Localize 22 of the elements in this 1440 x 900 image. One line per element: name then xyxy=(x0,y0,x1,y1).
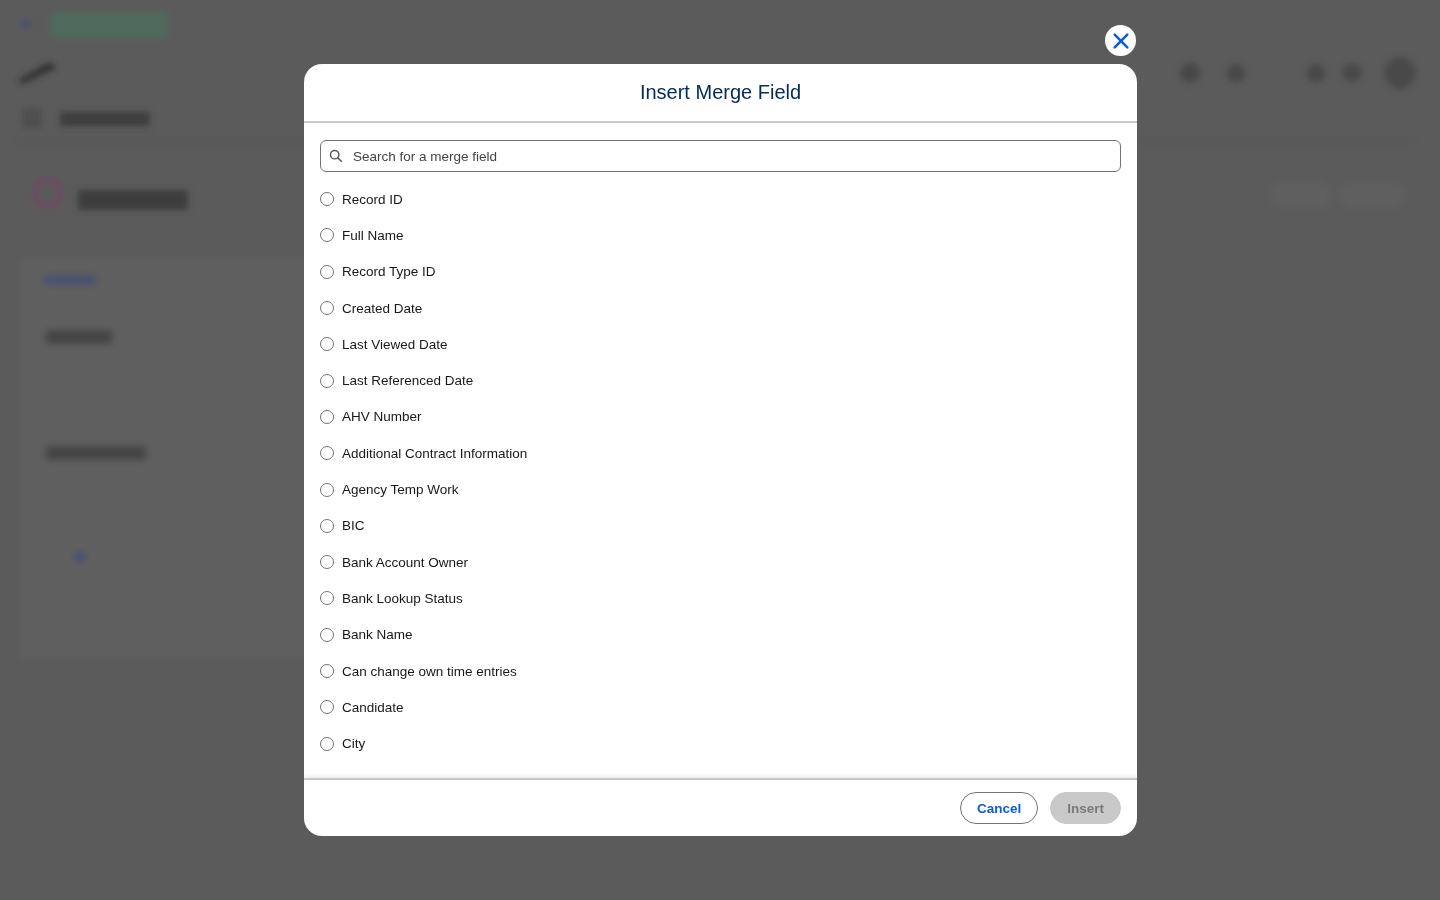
field-label[interactable]: Bank Account Owner xyxy=(342,554,469,570)
field-label[interactable]: Additional Contract Information xyxy=(342,445,528,461)
field-label[interactable]: AHV Number xyxy=(342,409,422,425)
field-label[interactable]: Last Viewed Date xyxy=(342,336,448,352)
field-label[interactable]: Full Name xyxy=(342,227,404,243)
field-label[interactable]: Record Type ID xyxy=(342,264,436,280)
field-label[interactable]: Last Referenced Date xyxy=(342,373,474,389)
field-label[interactable]: City xyxy=(342,736,366,752)
field-label[interactable]: BIC xyxy=(342,518,365,534)
close-icon xyxy=(1111,31,1130,50)
field-label[interactable]: Candidate xyxy=(342,699,404,715)
field-label[interactable]: Bank Lookup Status xyxy=(342,590,463,606)
field-label[interactable]: Bank Name xyxy=(342,627,413,643)
field-label[interactable]: Agency Temp Work xyxy=(342,482,459,497)
cancel-button[interactable]: Cancel xyxy=(959,792,1039,824)
modal-title: Insert Merge Field xyxy=(639,81,802,104)
close-button[interactable] xyxy=(1105,25,1136,56)
field-label[interactable]: Can change own time entries xyxy=(342,663,517,679)
search-field[interactable]: Search for a merge field xyxy=(320,140,1121,172)
field-label[interactable]: Record ID xyxy=(342,191,403,207)
field-label[interactable]: Created Date xyxy=(342,300,423,316)
search-icon xyxy=(329,149,343,163)
